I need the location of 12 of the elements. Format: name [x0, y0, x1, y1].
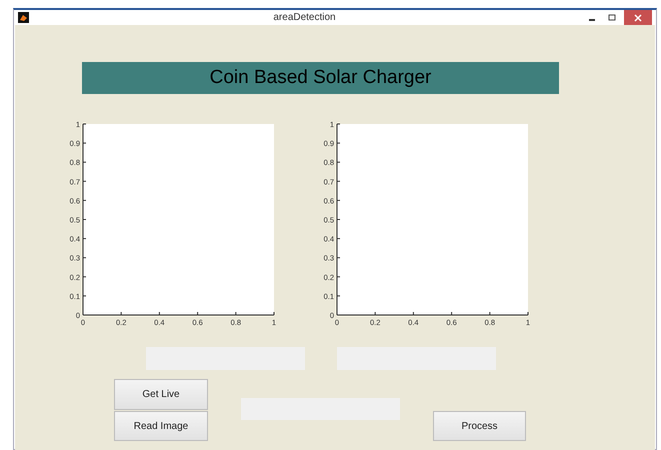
close-icon: [634, 14, 642, 22]
input-field[interactable]: [337, 347, 496, 370]
process-button[interactable]: Process: [433, 411, 526, 441]
app-icon: [18, 12, 29, 23]
input-field[interactable]: [241, 398, 400, 420]
banner-title: Coin Based Solar Charger: [82, 62, 559, 94]
maximize-icon: [608, 14, 616, 22]
input-field[interactable]: [146, 347, 305, 370]
window-title: areaDetection: [272, 12, 337, 23]
close-button[interactable]: [624, 10, 652, 25]
get-live-button[interactable]: Get Live: [114, 379, 208, 410]
read-image-button[interactable]: Read Image: [114, 411, 208, 441]
